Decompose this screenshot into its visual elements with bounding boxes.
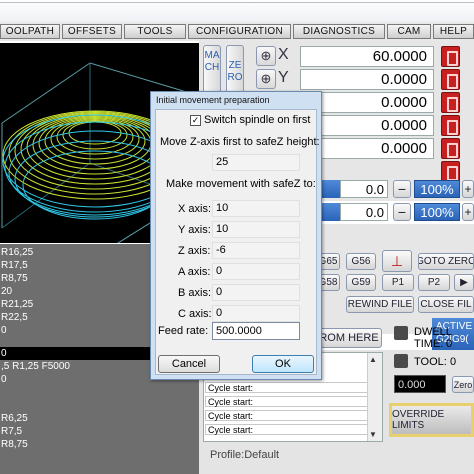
override-limits-button[interactable]: OVERRIDE LIMITS	[389, 403, 474, 437]
log-scrollbar[interactable]	[367, 353, 382, 441]
feed-minus-button[interactable]: −	[393, 203, 411, 221]
goto-zero-button[interactable]: GOTO ZERO	[418, 253, 474, 270]
spindle-plus-button[interactable]: +	[462, 180, 474, 198]
position-readout: 0.000	[394, 375, 446, 393]
x-axis-label: X axis:	[178, 203, 212, 215]
tab-configuration[interactable]: CONFIGURATION	[188, 24, 291, 39]
dwell-indicator	[394, 326, 408, 340]
y-axis-label: Y axis:	[178, 224, 211, 236]
dro-reset-icon[interactable]	[441, 92, 460, 113]
log-line: Cycle start:	[205, 382, 378, 393]
axis-y-value[interactable]: 0.0000	[300, 69, 434, 90]
feed-percent: 100%	[414, 203, 460, 221]
feed-plus-button[interactable]: +	[462, 203, 474, 221]
tab-diagnostics[interactable]: DIAGNOSTICS	[293, 24, 385, 39]
dwell-label: DWELL	[414, 326, 452, 338]
log-line: Cycle start:	[205, 396, 378, 407]
p3-button[interactable]: ▶	[454, 274, 474, 291]
goto-zero-icon[interactable]: ⊥	[382, 250, 412, 272]
close-file-button[interactable]: CLOSE FIL	[418, 296, 474, 313]
spindle-checkbox[interactable]: ✓	[190, 115, 201, 126]
profile-label: Profile:Default	[210, 449, 280, 461]
feed-value: 0.0	[340, 203, 388, 221]
axis-y-label: Y	[278, 69, 289, 86]
spindle-percent: 100%	[414, 180, 460, 198]
tab-offsets[interactable]: OFFSETS	[62, 24, 122, 39]
tool-value: 0	[450, 356, 457, 368]
spindle-checkbox-label: Switch spindle on first	[204, 114, 311, 126]
dro-reset-icon[interactable]	[441, 69, 460, 90]
a-axis-input[interactable]: 0	[212, 263, 300, 280]
c-axis-input[interactable]: 0	[212, 305, 300, 322]
tab-tools[interactable]: TOOLS	[124, 24, 186, 39]
window-top-strip	[0, 0, 474, 22]
dwell-time-value: 0	[446, 338, 453, 350]
dro-reset-icon[interactable]	[441, 46, 460, 67]
scroll-up-icon[interactable]: ▲	[369, 355, 377, 364]
y-axis-input[interactable]: 10	[212, 221, 300, 238]
dro-reset-icon[interactable]	[441, 161, 460, 182]
z-axis-label: Z axis:	[178, 245, 211, 257]
p1-button[interactable]: P1	[382, 274, 414, 291]
crosshair-icon[interactable]: ⊕	[256, 46, 276, 66]
log-line: Cycle start:	[205, 410, 378, 421]
a-axis-label: A axis:	[178, 266, 211, 278]
zero-small-button[interactable]: Zero	[452, 376, 474, 393]
gcode-line: R7,5	[1, 426, 23, 437]
spindle-value: 0.0	[340, 180, 388, 198]
crosshair-icon[interactable]: ⊕	[256, 69, 276, 89]
cancel-button[interactable]: Cancel	[158, 355, 220, 373]
g59-button[interactable]: G59	[346, 274, 376, 291]
dwell-time-label: TIME:	[414, 338, 444, 350]
log-line: Cycle start:	[205, 424, 378, 435]
scroll-down-icon[interactable]: ▼	[369, 430, 377, 439]
axis-x-label: X	[278, 46, 289, 63]
b-axis-input[interactable]: 0	[212, 284, 300, 301]
x-axis-input[interactable]: 10	[212, 200, 300, 217]
dro-reset-icon[interactable]	[441, 115, 460, 136]
tool-indicator	[394, 354, 408, 368]
tool-label: TOOL:	[414, 356, 447, 368]
feed-rate-label: Feed rate:	[158, 325, 209, 337]
gcode-line: R8,75	[1, 439, 28, 450]
safe-z-label: Move Z-axis first to safeZ height:	[160, 136, 320, 148]
c-axis-label: C axis:	[178, 308, 212, 320]
axis-x-value[interactable]: 60.0000	[300, 46, 434, 67]
rewind-file-button[interactable]: REWIND FILE	[346, 296, 414, 313]
z-axis-input[interactable]: -6	[212, 242, 300, 259]
feed-rate-input[interactable]: 500.0000	[212, 322, 300, 340]
dro-reset-icon[interactable]	[441, 138, 460, 159]
spindle-minus-button[interactable]: −	[393, 180, 411, 198]
movement-label: Make movement with safeZ to:	[166, 178, 316, 190]
dialog-title: Initial movement preparation	[156, 95, 270, 105]
tab-toolpath[interactable]: OOLPATH	[0, 24, 60, 39]
b-axis-label: B axis:	[178, 287, 212, 299]
tab-cam[interactable]: CAM	[387, 24, 431, 39]
window-top-line	[0, 2, 474, 3]
p2-button[interactable]: P2	[418, 274, 450, 291]
g56-button[interactable]: G56	[346, 253, 376, 270]
safe-z-input[interactable]: 25	[212, 154, 300, 171]
run-from-here-button[interactable]: ROM HERE	[316, 328, 382, 348]
gcode-line: R6,25	[1, 413, 28, 424]
ok-button[interactable]: OK	[252, 355, 314, 373]
tab-help[interactable]: HELP	[433, 24, 474, 39]
